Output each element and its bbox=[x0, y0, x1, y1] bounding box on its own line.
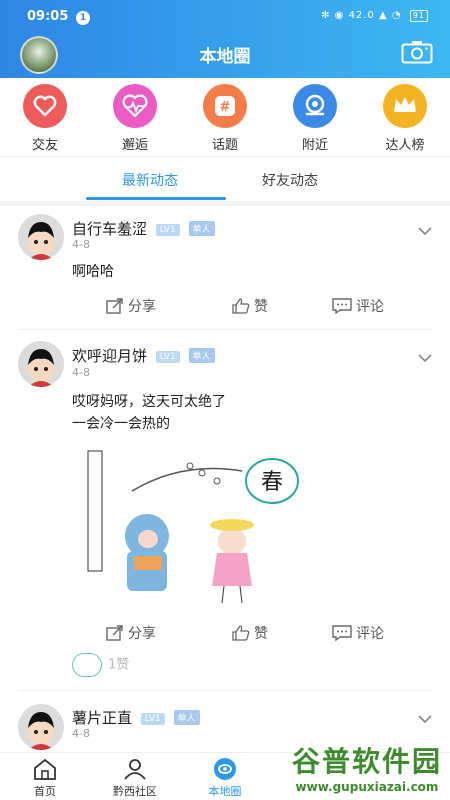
watermark-url: www.gupuxiazai.com bbox=[295, 780, 439, 794]
comment-icon bbox=[332, 625, 352, 642]
divider bbox=[18, 329, 432, 330]
post-text: 哎呀妈呀，这天可太绝了 一会冷一会热的 bbox=[72, 391, 226, 435]
author-name: 自行车羞涩 bbox=[72, 220, 148, 238]
share-button[interactable]: 分享 bbox=[106, 623, 156, 643]
svg-text:#: # bbox=[220, 100, 231, 115]
status-icons-text: ✻ ◉ 42.0 ▲ ◔ bbox=[321, 10, 402, 21]
status-time: 09:05 bbox=[27, 9, 69, 24]
page-title: 本地圈 bbox=[199, 47, 251, 67]
share-icon bbox=[106, 625, 123, 641]
post-text-line: 啊哈哈 bbox=[72, 264, 114, 280]
status-badge: 单人 bbox=[188, 221, 215, 236]
nav-home[interactable]: 首页 bbox=[5, 757, 85, 799]
post-author: 薯片正直 LV1 单人 bbox=[72, 707, 200, 728]
comment-label: 评论 bbox=[356, 299, 384, 315]
thumbs-up-icon bbox=[232, 298, 250, 314]
like-button[interactable]: 赞 bbox=[232, 296, 268, 316]
battery-icon: 91 bbox=[409, 10, 428, 22]
category-nearby[interactable]: 附近 bbox=[280, 84, 350, 153]
tab-friends[interactable]: 好友动态 bbox=[262, 170, 318, 190]
nav-local-circle[interactable]: 本地圈 bbox=[185, 757, 265, 799]
home-icon bbox=[34, 758, 56, 780]
tab-indicator bbox=[86, 197, 226, 200]
post-actions: 分享 赞 评论 bbox=[0, 296, 450, 316]
post-author: 欢呼迎月饼 LV1 单人 bbox=[72, 345, 215, 366]
category-label: 邂逅 bbox=[121, 138, 148, 153]
post-actions: 分享 赞 评论 bbox=[0, 623, 450, 643]
category-label: 话题 bbox=[211, 138, 238, 153]
like-button[interactable]: 赞 bbox=[232, 623, 268, 643]
author-name: 薯片正直 bbox=[72, 709, 133, 727]
avatar[interactable] bbox=[18, 341, 64, 387]
crown-icon bbox=[383, 84, 427, 128]
hashtag-icon: # bbox=[203, 84, 247, 128]
cartoon-image: 春 bbox=[72, 441, 322, 611]
category-label: 达人榜 bbox=[385, 138, 425, 153]
share-label: 分享 bbox=[128, 626, 156, 642]
feed-tabs: 最新动态 好友动态 bbox=[0, 166, 450, 202]
post-text: 啊哈哈 bbox=[72, 261, 114, 283]
post-text-line: 一会冷一会热的 bbox=[72, 416, 170, 432]
post-author: 自行车羞涩 LV1 单人 bbox=[72, 218, 215, 239]
post-date: 4-8 bbox=[72, 238, 90, 251]
post-card: 欢呼迎月饼 LV1 单人 4-8 哎呀妈呀，这天可太绝了 一会冷一会热的 春 分… bbox=[0, 331, 450, 696]
like-label: 赞 bbox=[254, 299, 268, 315]
local-circle-icon bbox=[214, 758, 236, 780]
likes-count: 1赞 bbox=[108, 657, 130, 673]
avatar[interactable] bbox=[18, 704, 64, 750]
heart-icon bbox=[23, 84, 67, 128]
post-date: 4-8 bbox=[72, 727, 90, 740]
nav-community[interactable]: 黔西社区 bbox=[95, 757, 175, 799]
category-row: 交友 邂逅 # 话题 附近 达人榜 bbox=[0, 84, 450, 154]
likes-row: 1赞 bbox=[72, 653, 129, 677]
post-text-line: 哎呀妈呀，这天可太绝了 bbox=[72, 394, 226, 410]
header-bar: 09:05 1 ✻ ◉ 42.0 ▲ ◔ 91 本地圈 bbox=[0, 0, 450, 78]
liker-avatar[interactable] bbox=[72, 653, 102, 677]
like-label: 赞 bbox=[254, 626, 268, 642]
category-label: 交友 bbox=[31, 138, 58, 153]
share-icon bbox=[106, 298, 123, 314]
category-rankings[interactable]: 达人榜 bbox=[370, 84, 440, 153]
divider bbox=[0, 156, 450, 157]
share-button[interactable]: 分享 bbox=[106, 296, 156, 316]
watermark: 谷普软件园 www.gupuxiazai.com bbox=[292, 740, 442, 794]
image-caption: 春 bbox=[261, 470, 283, 495]
location-icon bbox=[293, 84, 337, 128]
level-badge: LV1 bbox=[155, 224, 180, 236]
nav-label: 本地圈 bbox=[208, 785, 242, 798]
nav-label: 黔西社区 bbox=[113, 785, 157, 798]
status-badge: 单人 bbox=[188, 348, 215, 363]
category-label: 附近 bbox=[301, 138, 328, 153]
chevron-down-icon[interactable] bbox=[418, 351, 432, 365]
level-badge: LV1 bbox=[155, 351, 180, 363]
status-bar: 09:05 1 ✻ ◉ 42.0 ▲ ◔ 91 bbox=[0, 8, 450, 28]
comment-icon bbox=[332, 298, 352, 315]
status-icons: ✻ ◉ 42.0 ▲ ◔ 91 bbox=[321, 10, 428, 22]
thumbs-up-icon bbox=[232, 625, 250, 641]
category-encounter[interactable]: 邂逅 bbox=[100, 84, 170, 153]
community-icon bbox=[124, 759, 146, 780]
author-name: 欢呼迎月饼 bbox=[72, 347, 148, 365]
camera-icon[interactable] bbox=[401, 40, 433, 64]
chevron-down-icon[interactable] bbox=[418, 712, 432, 726]
share-label: 分享 bbox=[128, 299, 156, 315]
nav-label: 首页 bbox=[34, 785, 56, 798]
divider bbox=[18, 690, 432, 691]
category-friends[interactable]: 交友 bbox=[10, 84, 80, 153]
watermark-text: 谷普软件园 bbox=[291, 745, 442, 778]
notification-badge: 1 bbox=[76, 11, 90, 25]
comment-button[interactable]: 评论 bbox=[332, 623, 384, 643]
status-badge: 单人 bbox=[173, 710, 200, 725]
chevron-down-icon[interactable] bbox=[418, 224, 432, 238]
pulse-heart-icon bbox=[113, 84, 157, 128]
post-date: 4-8 bbox=[72, 366, 90, 379]
comment-button[interactable]: 评论 bbox=[332, 296, 384, 316]
avatar[interactable] bbox=[18, 214, 64, 260]
post-image[interactable]: 春 bbox=[72, 441, 322, 611]
tab-latest[interactable]: 最新动态 bbox=[122, 170, 178, 190]
level-badge: LV1 bbox=[140, 713, 165, 725]
comment-label: 评论 bbox=[356, 626, 384, 642]
post-card: 自行车羞涩 LV1 单人 4-8 啊哈哈 分享 赞 评论 bbox=[0, 206, 450, 331]
category-topics[interactable]: # 话题 bbox=[190, 84, 260, 153]
